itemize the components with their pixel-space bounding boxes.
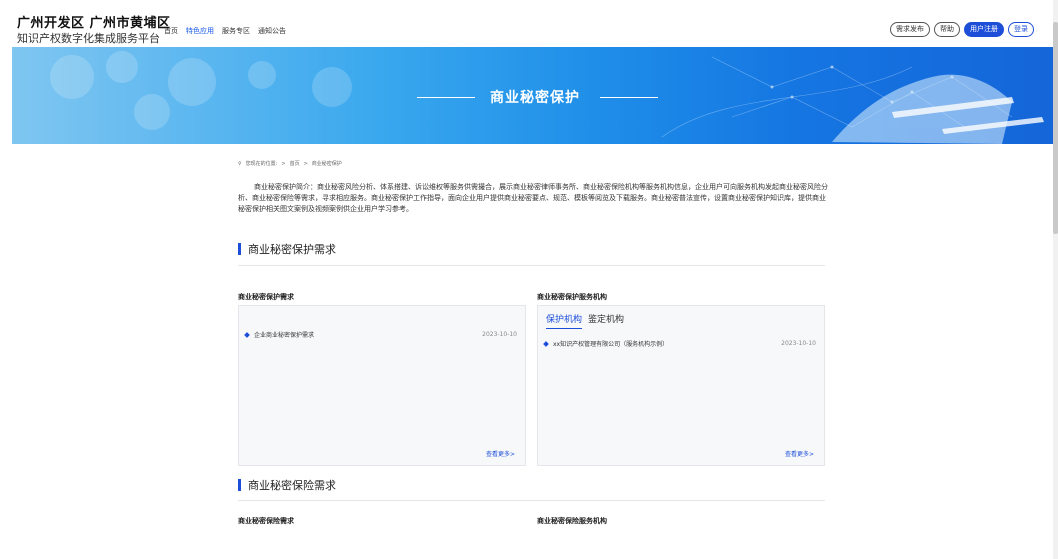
breadcrumb: ⚲ 您现在的位置: > 首页 > 商业秘密保护 [238,160,342,168]
protection-org-panel: 保护机构 鉴定机构 xx知识产权管理有限公司（服务机构示例） 2023-10-1… [537,305,825,466]
diamond-bullet-icon [244,331,250,338]
list-item-title: xx知识产权管理有限公司（服务机构示例） [553,341,669,348]
protection-demand-panel: 企业商业秘密保护需求 2023-10-10 查看更多> [238,305,526,466]
breadcrumb-current: 商业秘密保护 [311,161,342,167]
section-title-text: 商业秘密保护需求 [248,243,336,256]
nav-item-services[interactable]: 服务专区 [222,26,250,36]
hero-banner: 商业秘密保护 [12,47,1058,144]
brand-logo[interactable]: 广州开发区 广州市黄埔区 知识产权数字化集成服务平台 [17,16,171,46]
tab-appraisal-org[interactable]: 鉴定机构 [588,312,624,329]
main-nav: 首页 特色应用 服务专区 通知公告 [164,26,286,36]
nav-item-notices[interactable]: 通知公告 [258,26,286,36]
diamond-bullet-icon [543,340,549,347]
login-button[interactable]: 登录 [1008,22,1034,37]
list-item[interactable]: 企业商业秘密保护需求 2023-10-10 [244,330,517,339]
breadcrumb-separator: > [281,160,286,167]
section-title-insurance: 商业秘密保险需求 [238,477,336,493]
header-actions: 需求发布 帮助 用户注册 登录 [890,22,1034,37]
section-divider [238,265,825,266]
breadcrumb-separator: > [303,160,308,167]
protection-org-heading: 商业秘密保护服务机构 [537,293,607,301]
scrollbar-thumb[interactable] [1053,22,1058,234]
nav-item-home[interactable]: 首页 [164,26,178,36]
view-more-link[interactable]: 查看更多> [486,449,515,458]
brand-subtitle: 知识产权数字化集成服务平台 [17,32,160,45]
tab-protection-org[interactable]: 保护机构 [546,312,583,329]
location-pin-icon: ⚲ [238,160,242,167]
publish-demand-button[interactable]: 需求发布 [890,22,930,37]
insurance-org-heading: 商业秘密保险服务机构 [537,517,607,525]
section-title-protection: 商业秘密保护需求 [238,241,336,257]
org-tabs: 保护机构 鉴定机构 [546,312,624,329]
register-button[interactable]: 用户注册 [964,22,1004,37]
list-item-title: 企业商业秘密保护需求 [254,332,315,339]
insurance-demand-heading: 商业秘密保险需求 [238,517,294,525]
section-accent-bar [238,479,241,491]
intro-text: 商业秘密保护简介：商业秘密风险分析、体系搭建、诉讼维权等服务供需撮合，展示商业秘… [238,183,828,213]
section-accent-bar [238,243,241,255]
brand-title: 广州开发区 广州市黄埔区 [17,16,171,31]
list-item-date: 2023-10-10 [482,331,517,338]
help-button[interactable]: 帮助 [934,22,960,37]
section-divider [238,500,825,501]
breadcrumb-prefix: 您现在的位置: [245,161,278,167]
page-title: 商业秘密保护 [490,90,580,106]
view-more-link[interactable]: 查看更多> [785,449,814,458]
breadcrumb-home[interactable]: 首页 [290,160,300,167]
top-header: 广州开发区 广州市黄埔区 知识产权数字化集成服务平台 首页 特色应用 服务专区 … [0,0,1058,47]
list-item-date: 2023-10-10 [781,340,816,347]
banner-line-right [600,97,658,98]
section-title-text: 商业秘密保险需求 [248,479,336,492]
protection-demand-heading: 商业秘密保护需求 [238,293,294,301]
list-item[interactable]: xx知识产权管理有限公司（服务机构示例） 2023-10-10 [543,339,816,348]
nav-item-featured[interactable]: 特色应用 [186,26,214,36]
